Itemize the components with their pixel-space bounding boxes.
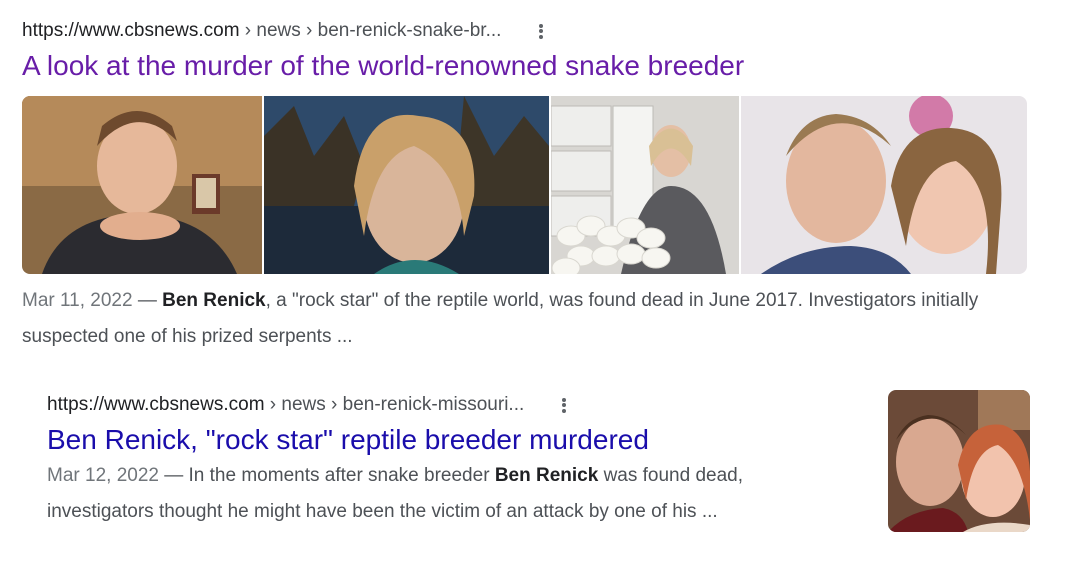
result-url-row: https://www.cbsnews.com › news › ben-ren… [22, 14, 1032, 48]
result-title-link[interactable]: Ben Renick, "rock star" reptile breeder … [47, 422, 1032, 458]
result-image-1[interactable] [22, 96, 262, 274]
result-snippet: Mar 12, 2022 — In the moments after snak… [47, 465, 744, 522]
result-image-2[interactable] [264, 96, 549, 274]
result-url-row: https://www.cbsnews.com › news › ben-ren… [47, 388, 1032, 422]
result-url[interactable]: https://www.cbsnews.com › news › ben-ren… [47, 394, 524, 416]
result-image-4[interactable] [741, 96, 1027, 274]
result-thumbnail[interactable] [888, 390, 1030, 532]
result-image-3[interactable] [551, 96, 739, 274]
result-snippet: Mar 11, 2022 — Ben Renick, a "rock star"… [22, 290, 979, 347]
more-vert-icon[interactable] [556, 397, 572, 413]
result-title-link[interactable]: A look at the murder of the world-renown… [22, 48, 1032, 84]
result-url[interactable]: https://www.cbsnews.com › news › ben-ren… [22, 20, 501, 42]
search-result-2: https://www.cbsnews.com › news › ben-ren… [47, 388, 1032, 530]
more-vert-icon[interactable] [533, 23, 549, 39]
search-result-1: https://www.cbsnews.com › news › ben-ren… [22, 14, 1032, 355]
image-strip [22, 96, 1032, 274]
